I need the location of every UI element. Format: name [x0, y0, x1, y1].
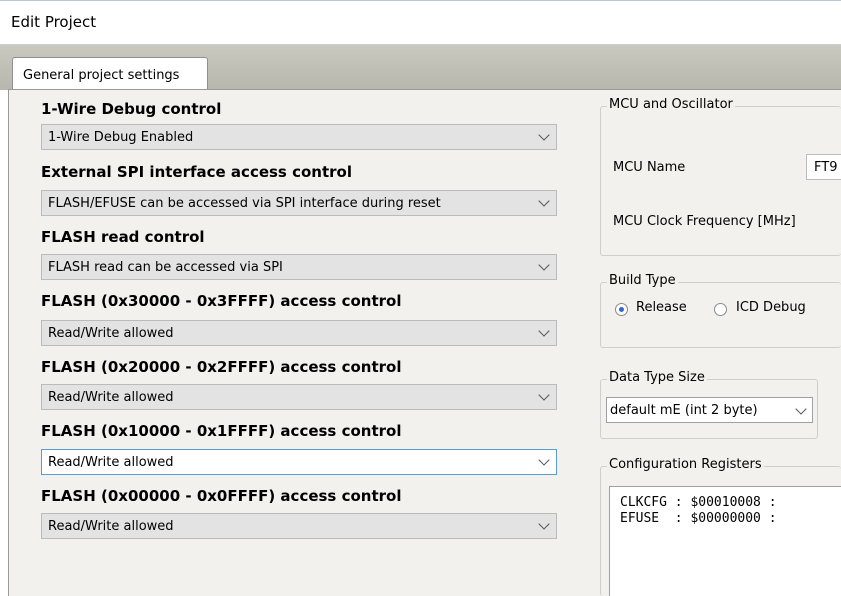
flash-00000-select[interactable]: Read/Write allowed	[41, 513, 557, 539]
flash-20000-select[interactable]: Read/Write allowed	[41, 384, 557, 410]
chevron-down-icon	[538, 195, 550, 207]
flash-20000-value: Read/Write allowed	[48, 390, 174, 405]
chevron-down-icon	[538, 518, 550, 530]
chevron-down-icon	[538, 325, 550, 337]
release-radio[interactable]	[615, 303, 628, 316]
flash-30000-select[interactable]: Read/Write allowed	[41, 320, 557, 346]
release-label: Release	[636, 300, 687, 315]
flash-10000-select[interactable]: Read/Write allowed	[41, 449, 557, 475]
window-title: Edit Project	[11, 13, 97, 31]
flash-read-select[interactable]: FLASH read can be accessed via SPI	[41, 254, 557, 280]
title-bar: Edit Project	[0, 0, 841, 45]
tab-strip: General project settings	[0, 45, 841, 91]
external-spi-select[interactable]: FLASH/EFUSE can be accessed via SPI inte…	[41, 190, 557, 216]
flash-30000-value: Read/Write allowed	[48, 326, 174, 341]
external-spi-value: FLASH/EFUSE can be accessed via SPI inte…	[48, 196, 441, 211]
flash-00000-label: FLASH (0x00000 - 0x0FFFF) access control	[41, 487, 402, 505]
config-line-efuse: EFUSE : $00000000 :	[620, 511, 777, 526]
chevron-down-icon	[538, 259, 550, 271]
one-wire-debug-select[interactable]: 1-Wire Debug Enabled	[41, 124, 557, 150]
configuration-registers-legend: Configuration Registers	[607, 457, 764, 472]
tab-general-project-settings[interactable]: General project settings	[12, 57, 208, 91]
one-wire-debug-label: 1-Wire Debug control	[41, 100, 222, 118]
build-type-legend: Build Type	[607, 273, 678, 288]
flash-read-value: FLASH read can be accessed via SPI	[48, 260, 283, 275]
chevron-down-icon	[538, 129, 550, 141]
icd-debug-radio[interactable]	[714, 303, 727, 316]
mcu-name-label: MCU Name	[613, 160, 686, 175]
flash-10000-value: Read/Write allowed	[48, 455, 174, 470]
mcu-clock-frequency-label: MCU Clock Frequency [MHz]	[613, 214, 796, 229]
mcu-name-field[interactable]: FT9	[806, 154, 841, 180]
data-type-size-value: default mE (int 2 byte)	[610, 403, 758, 418]
data-type-size-legend: Data Type Size	[607, 370, 707, 385]
data-type-size-select[interactable]: default mE (int 2 byte)	[606, 397, 813, 423]
config-line-clkcfg: CLKCFG : $00010008 :	[620, 495, 777, 510]
flash-30000-label: FLASH (0x30000 - 0x3FFFF) access control	[41, 292, 402, 310]
mcu-oscillator-legend: MCU and Oscillator	[607, 97, 735, 112]
mcu-oscillator-group: MCU and Oscillator	[600, 97, 841, 256]
flash-read-label: FLASH read control	[41, 228, 205, 246]
mcu-name-value: FT9	[814, 160, 838, 175]
chevron-down-icon	[538, 454, 550, 466]
flash-00000-value: Read/Write allowed	[48, 519, 174, 534]
icd-debug-label: ICD Debug	[736, 300, 806, 315]
flash-10000-label: FLASH (0x10000 - 0x1FFFF) access control	[41, 422, 402, 440]
configuration-registers-memo[interactable]: CLKCFG : $00010008 : EFUSE : $00000000 :	[609, 486, 841, 596]
flash-20000-label: FLASH (0x20000 - 0x2FFFF) access control	[41, 358, 402, 376]
chevron-down-icon	[538, 389, 550, 401]
chevron-down-icon	[795, 403, 807, 415]
one-wire-debug-value: 1-Wire Debug Enabled	[48, 130, 194, 145]
external-spi-label: External SPI interface access control	[41, 163, 352, 181]
